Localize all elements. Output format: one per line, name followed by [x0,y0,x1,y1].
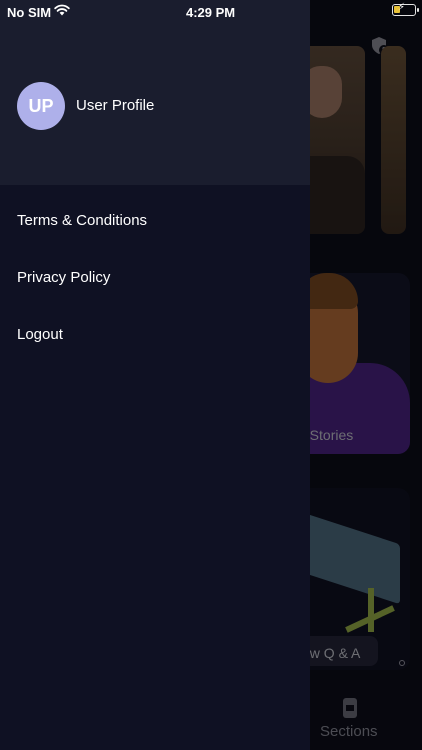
drawer-header: UP User Profile [0,0,310,185]
menu-item-privacy[interactable]: Privacy Policy [17,269,110,286]
menu-item-terms[interactable]: Terms & Conditions [17,212,147,229]
menu-item-logout[interactable]: Logout [17,326,63,343]
avatar-initials: UP [28,95,54,116]
status-bar: No SIM 4:29 PM ⚡ [0,0,422,22]
user-profile-link[interactable]: User Profile [76,97,154,114]
battery-charging-icon: ⚡ [392,2,419,16]
clock: 4:29 PM [186,5,236,20]
carrier-label: No SIM [7,5,52,20]
wifi-icon [54,4,70,16]
avatar[interactable]: UP [17,82,65,130]
side-drawer: UP User Profile Terms & Conditions Priva… [0,0,310,750]
